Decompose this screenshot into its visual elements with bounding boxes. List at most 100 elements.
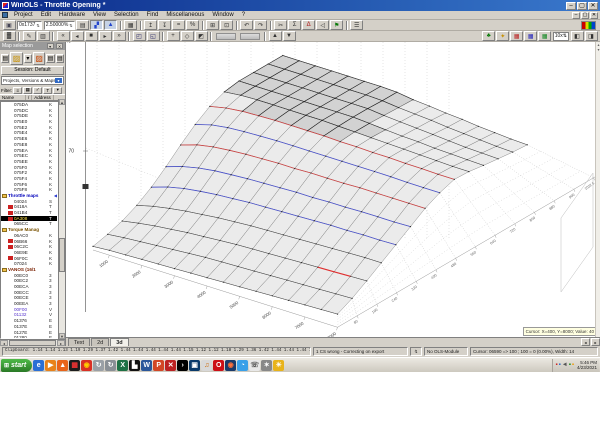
undo-button[interactable]: ↶: [240, 20, 254, 30]
tray-icon-display[interactable]: ▪: [559, 360, 561, 371]
filter-dropdown[interactable]: ▾: [53, 86, 63, 94]
tab-text[interactable]: Text: [68, 338, 91, 346]
tab-scroll-left-icon[interactable]: ◂: [581, 338, 590, 346]
original-data-button[interactable]: ▦: [124, 20, 138, 30]
menu-window[interactable]: Window: [208, 12, 237, 18]
last-map-button[interactable]: »: [112, 31, 126, 41]
tray-icon-security[interactable]: ▪: [555, 360, 557, 371]
menu-miscellaneous[interactable]: Miscellaneous: [162, 12, 208, 18]
taskbar-icon-winamp[interactable]: ♫: [201, 359, 213, 371]
view-2d-button[interactable]: ▞: [90, 20, 104, 30]
taskbar-icon-opera[interactable]: O: [213, 359, 225, 371]
project-button[interactable]: ▣: [2, 20, 16, 30]
column-address[interactable]: Address: [32, 95, 54, 100]
cut-button[interactable]: ✂: [274, 20, 288, 30]
taskbar-icon-phone[interactable]: ☏: [249, 359, 261, 371]
spinner-icon[interactable]: ⇅: [69, 23, 72, 28]
panel-close-button[interactable]: ✕: [56, 42, 63, 49]
surface-mesh[interactable]: [92, 55, 528, 315]
tray-icon-update[interactable]: ▪: [572, 360, 574, 371]
row-up-button[interactable]: ▲: [268, 31, 282, 41]
column-name[interactable]: Name: [0, 95, 26, 100]
scope-combobox[interactable]: Projects, Versions & Maps (D ▾: [1, 76, 64, 85]
taskbar-icon-quicktime[interactable]: ◔: [237, 359, 249, 371]
taskbar-icon-remote-desktop[interactable]: ▣: [189, 359, 201, 371]
checksum-button[interactable]: ⚑: [330, 20, 344, 30]
chevron-down-icon[interactable]: ▾: [55, 78, 62, 83]
address-field[interactable]: 0x1737 ⇅: [17, 20, 42, 30]
value-increase-button[interactable]: ↥: [144, 20, 158, 30]
taskbar-icon-powerpoint[interactable]: P: [153, 359, 165, 371]
menu-project[interactable]: Project: [10, 12, 37, 18]
filter-selected-button[interactable]: ✓: [33, 86, 43, 94]
menu-selection[interactable]: Selection: [110, 12, 143, 18]
taskbar-icon-sync-2[interactable]: ↻: [105, 359, 117, 371]
menu-item[interactable]: ?: [238, 12, 249, 18]
start-button[interactable]: ⊞ start: [1, 358, 33, 372]
map-view-red-button[interactable]: ▦: [510, 31, 524, 41]
filter-maps-button[interactable]: ▦: [23, 86, 33, 94]
new-map-button[interactable]: ▤: [1, 53, 10, 63]
taskbar-icon-firefox[interactable]: ◉: [225, 359, 237, 371]
taskbar-icon-excel[interactable]: X: [117, 359, 129, 371]
menu-view[interactable]: View: [89, 12, 110, 18]
folder-dropdown-button[interactable]: ▾: [23, 53, 32, 63]
copy-button[interactable]: ⊞: [206, 20, 220, 30]
taskbar-icon-utility[interactable]: ▙: [129, 359, 141, 371]
taskbar-icon-media-player[interactable]: ▶: [45, 359, 57, 371]
map-3d-view[interactable]: 140 70 1000 2000 3000 4000 5000 6000 7000 8000 80 1…: [66, 42, 600, 337]
tab-scroll-right-icon[interactable]: ▸: [591, 338, 600, 346]
redo-button[interactable]: ↷: [254, 20, 268, 30]
minimize-button[interactable]: –: [566, 1, 576, 10]
maximize-button[interactable]: ▢: [577, 1, 587, 10]
edit-mode-button[interactable]: ✎: [22, 31, 36, 41]
zoom-field[interactable]: 2.50000% ⇅: [43, 20, 75, 30]
mdi-restore-button[interactable]: ▢: [581, 11, 589, 19]
scroll-thumb[interactable]: [59, 238, 65, 273]
absolute-value-button[interactable]: =: [172, 20, 186, 30]
next-map-button[interactable]: ▸: [98, 31, 112, 41]
list-column-headers[interactable]: Name / Address: [0, 94, 65, 101]
taskbar-icon-sync-1[interactable]: ↻: [93, 359, 105, 371]
height-slider[interactable]: [240, 32, 260, 40]
difference-button[interactable]: Δ: [302, 20, 316, 30]
angle-slider[interactable]: [216, 32, 236, 40]
taskbar-icon-word[interactable]: W: [141, 359, 153, 371]
open-maps-button[interactable]: ▨: [10, 51, 23, 65]
zoom-selection-button[interactable]: ◰: [132, 31, 146, 41]
scroll-left-icon[interactable]: ◂: [0, 340, 8, 346]
signature-button[interactable]: ✦: [496, 31, 510, 41]
potential-maps-button[interactable]: ♣: [482, 31, 496, 41]
map-list-button[interactable]: ☰: [350, 20, 364, 30]
stop-button[interactable]: ■: [84, 31, 98, 41]
value-decrease-button[interactable]: ↧: [158, 20, 172, 30]
close-button[interactable]: ✕: [588, 1, 598, 10]
paste-button[interactable]: ⊡: [220, 20, 234, 30]
view-3d-button[interactable]: ▲: [104, 20, 118, 30]
tray-icon-volume[interactable]: ◄: [562, 360, 568, 371]
map-vertical-scrollbar[interactable]: ▴ ▾: [595, 42, 600, 337]
menu-edit[interactable]: Edit: [37, 12, 55, 18]
import-maps-button[interactable]: ▨: [33, 51, 46, 65]
sidebar-vertical-scrollbar[interactable]: ▲ ▼: [58, 99, 65, 339]
scroll-right-icon[interactable]: ▸: [57, 340, 65, 346]
menu-find[interactable]: Find: [143, 12, 163, 18]
session-button[interactable]: Session: Default: [1, 66, 64, 75]
filter-all-button[interactable]: ≡: [13, 86, 23, 94]
sidebar-horizontal-scrollbar[interactable]: ◂ ▸: [0, 339, 65, 346]
tray-icon-network[interactable]: ▪: [569, 360, 571, 371]
taskbar-icon-internet-explorer[interactable]: e: [33, 359, 45, 371]
spinner-icon[interactable]: ⇅: [36, 23, 39, 28]
map-view-green-button[interactable]: ▦: [538, 31, 552, 41]
grid-size-combo[interactable]: 10x ⇅: [552, 31, 569, 41]
mdi-minimize-button[interactable]: –: [572, 11, 580, 19]
taskbar-icon-tools[interactable]: ✶: [261, 359, 273, 371]
map-view-blue-button[interactable]: ▦: [524, 31, 538, 41]
sum-button[interactable]: Σ: [288, 20, 302, 30]
filter-text-button[interactable]: T: [43, 86, 53, 94]
pane-split-left-button[interactable]: ◧: [570, 31, 584, 41]
panel-caption[interactable]: Map selection ▾ ✕: [0, 42, 65, 50]
tab-3d[interactable]: 3d: [110, 338, 129, 346]
taskbar-clock[interactable]: 5:46 PM 4/23/2021: [575, 360, 599, 371]
scroll-down-icon[interactable]: ▼: [59, 333, 65, 339]
